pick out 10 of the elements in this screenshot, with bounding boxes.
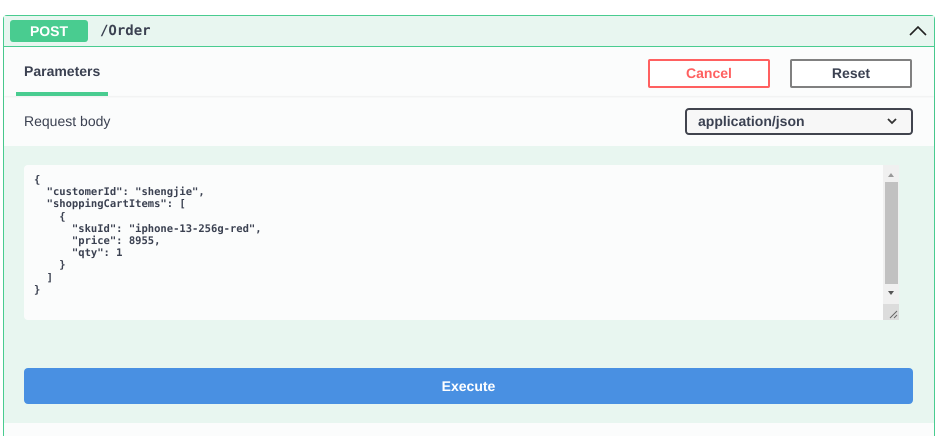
request-body-label: Request body — [24, 113, 110, 129]
collapse-icon[interactable] — [909, 26, 927, 36]
caret-icon — [886, 117, 898, 125]
resize-handle-icon[interactable] — [883, 304, 899, 320]
endpoint-path: /Order — [100, 23, 152, 39]
parameters-tab[interactable]: Parameters — [16, 63, 108, 96]
scrollbar[interactable] — [883, 165, 899, 304]
reset-button[interactable]: Reset — [790, 58, 912, 88]
content-type-dropdown[interactable]: application/json — [685, 108, 913, 134]
method-badge: POST — [10, 20, 88, 42]
